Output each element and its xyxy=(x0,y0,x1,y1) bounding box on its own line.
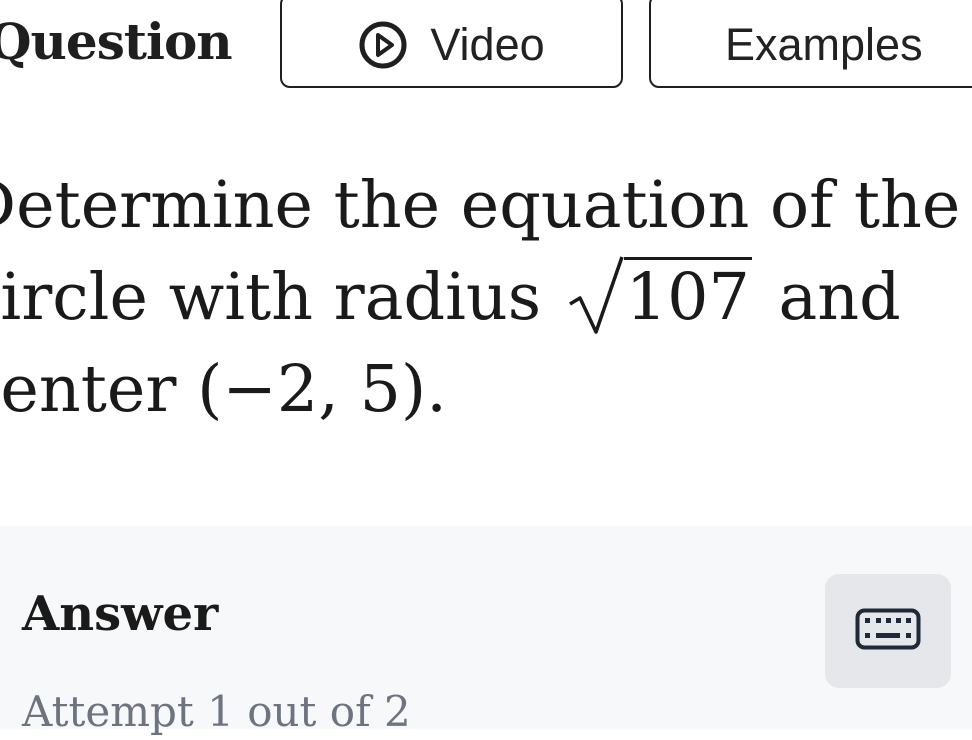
answer-title: Answer xyxy=(22,586,219,642)
examples-button[interactable]: Examples xyxy=(649,0,972,88)
center-point: (−2, 5) xyxy=(197,352,427,427)
question-title: Question xyxy=(0,12,233,71)
play-circle-icon xyxy=(358,20,408,70)
problem-line-2: circle with radius 107 and xyxy=(0,252,964,344)
video-button[interactable]: Video xyxy=(280,0,623,88)
problem-line-3: center (−2, 5). xyxy=(0,344,964,436)
problem-line-3-suffix: . xyxy=(426,352,447,427)
problem-line-2-suffix: and xyxy=(778,260,901,335)
problem-line-1: Determine the equation of the xyxy=(0,168,961,243)
attempt-counter: Attempt 1 out of 2 xyxy=(22,687,411,736)
square-root: 107 xyxy=(566,252,752,344)
problem-line-2-prefix: circle with radius xyxy=(0,260,542,335)
problem-line-3-prefix: center xyxy=(0,352,177,427)
problem-text: Determine the equation of the circle wit… xyxy=(0,160,964,436)
radical-sign xyxy=(568,256,624,334)
keyboard-icon xyxy=(855,608,921,654)
radicand: 107 xyxy=(623,257,752,336)
answer-panel: Answer Attempt 1 out of 2 xyxy=(0,526,972,736)
examples-button-label: Examples xyxy=(725,19,923,70)
keyboard-button[interactable] xyxy=(825,574,951,688)
video-button-label: Video xyxy=(430,19,545,70)
